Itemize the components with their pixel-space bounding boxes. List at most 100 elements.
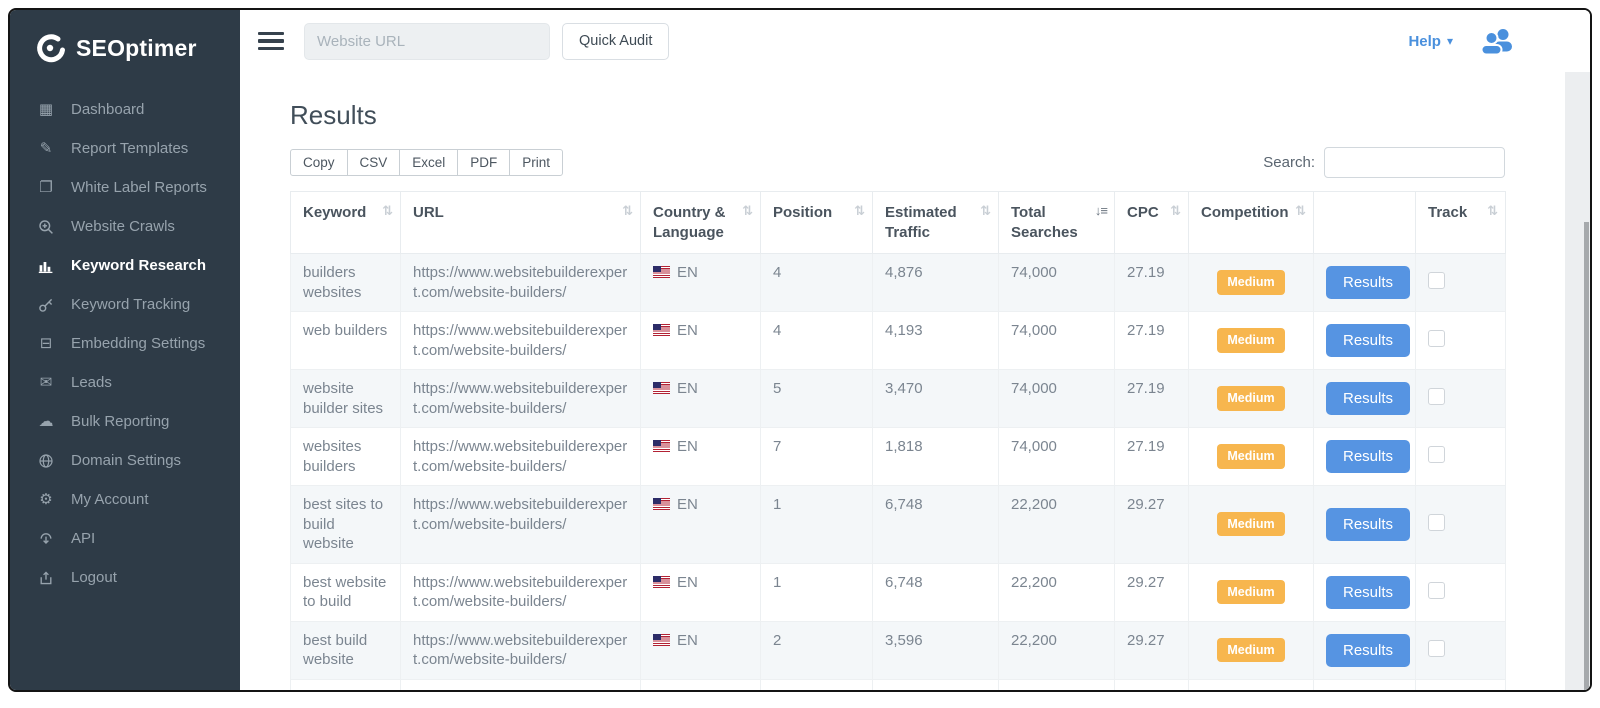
export-button[interactable]: Copy bbox=[290, 149, 348, 176]
track-cell bbox=[1416, 254, 1506, 312]
sidebar-item[interactable]: ☁ Bulk Reporting bbox=[10, 402, 240, 441]
column-header[interactable]: Position bbox=[761, 192, 873, 254]
sort-icon bbox=[742, 203, 753, 220]
table-row: best website to build https://www.websit… bbox=[291, 563, 1506, 621]
country-language-cell: EN bbox=[641, 563, 761, 621]
quick-audit-button[interactable]: Quick Audit bbox=[562, 23, 669, 60]
sidebar-item[interactable]: Website Crawls bbox=[10, 207, 240, 246]
position-cell: 5 bbox=[761, 370, 873, 428]
sort-icon bbox=[980, 203, 991, 220]
results-button[interactable]: Results bbox=[1326, 576, 1410, 609]
column-header[interactable]: URL bbox=[401, 192, 641, 254]
sidebar-item-icon bbox=[36, 258, 56, 274]
export-button[interactable]: Print bbox=[509, 149, 563, 176]
table-row: best builders websites https://www.websi… bbox=[291, 679, 1506, 690]
column-header[interactable]: Track bbox=[1416, 192, 1506, 254]
table-toolbar: CopyCSVExcelPDFPrint Search: bbox=[290, 147, 1505, 178]
sidebar-item[interactable]: ✉ Leads bbox=[10, 363, 240, 402]
account-users-icon[interactable] bbox=[1479, 27, 1515, 55]
position-cell: 2 bbox=[761, 621, 873, 679]
results-button[interactable]: Results bbox=[1326, 324, 1410, 357]
sidebar-item[interactable]: Domain Settings bbox=[10, 441, 240, 480]
keyword-cell: best website to build bbox=[291, 563, 401, 621]
sidebar-item[interactable]: Keyword Tracking bbox=[10, 285, 240, 324]
competition-cell: Medium bbox=[1189, 370, 1314, 428]
column-header[interactable]: CPC bbox=[1115, 192, 1189, 254]
column-header[interactable]: Estimated Traffic bbox=[873, 192, 999, 254]
sidebar-item[interactable]: ▦ Dashboard bbox=[10, 90, 240, 129]
sidebar-item[interactable]: API bbox=[10, 519, 240, 558]
track-cell bbox=[1416, 563, 1506, 621]
sidebar-item[interactable]: ⚙ My Account bbox=[10, 480, 240, 519]
column-header-label: Track bbox=[1428, 204, 1467, 221]
results-button[interactable]: Results bbox=[1326, 382, 1410, 415]
cpc-cell: 27.19 bbox=[1115, 254, 1189, 312]
sidebar-item-label: Embedding Settings bbox=[71, 335, 205, 352]
estimated-traffic-cell: 6,748 bbox=[873, 486, 999, 564]
sidebar-item-icon bbox=[36, 297, 56, 313]
competition-badge: Medium bbox=[1217, 386, 1284, 410]
page-scrollbar-thumb[interactable] bbox=[1584, 222, 1589, 690]
website-url-input[interactable] bbox=[304, 23, 550, 60]
sidebar-item[interactable]: ✎ Report Templates bbox=[10, 129, 240, 168]
track-cell bbox=[1416, 370, 1506, 428]
column-header[interactable]: Country & Language bbox=[641, 192, 761, 254]
results-button[interactable]: Results bbox=[1326, 634, 1410, 667]
results-button[interactable]: Results bbox=[1326, 508, 1410, 541]
main-area: Quick Audit Help ▾ Results bbox=[240, 10, 1590, 690]
results-button[interactable]: Results bbox=[1326, 440, 1410, 473]
export-button[interactable]: PDF bbox=[457, 149, 510, 176]
column-header-label: Total Searches bbox=[1011, 204, 1078, 241]
track-checkbox[interactable] bbox=[1428, 446, 1445, 463]
cpc-cell: 27.19 bbox=[1115, 370, 1189, 428]
language-label: EN bbox=[677, 574, 698, 591]
track-checkbox[interactable] bbox=[1428, 330, 1445, 347]
sidebar-item[interactable]: ⊟ Embedding Settings bbox=[10, 324, 240, 363]
estimated-traffic-cell: 4,193 bbox=[873, 312, 999, 370]
cpc-cell: 29.27 bbox=[1115, 621, 1189, 679]
track-checkbox[interactable] bbox=[1428, 272, 1445, 289]
language-label: EN bbox=[677, 264, 698, 281]
url-cell: https://www.websitebuilderexpert.com/web… bbox=[401, 428, 641, 486]
column-header-label: Country & Language bbox=[653, 204, 726, 241]
sidebar-item-label: Keyword Research bbox=[71, 257, 206, 274]
results-button[interactable]: Results bbox=[1326, 266, 1410, 299]
export-button[interactable]: CSV bbox=[347, 149, 401, 176]
help-dropdown[interactable]: Help ▾ bbox=[1408, 33, 1453, 50]
hamburger-menu-icon[interactable] bbox=[258, 28, 284, 55]
sidebar-item-icon: ▦ bbox=[36, 102, 56, 117]
search-input[interactable] bbox=[1324, 147, 1505, 178]
table-row: websites builders https://www.websitebui… bbox=[291, 428, 1506, 486]
sidebar-item[interactable]: ❐ White Label Reports bbox=[10, 168, 240, 207]
sidebar-item-icon: ✎ bbox=[36, 141, 56, 156]
keyword-cell: builders websites bbox=[291, 254, 401, 312]
competition-badge: Medium bbox=[1217, 512, 1284, 536]
url-cell: https://www.websitebuilderexpert.com/web… bbox=[401, 563, 641, 621]
column-header[interactable]: Total Searches bbox=[999, 192, 1115, 254]
sort-icon bbox=[1487, 203, 1498, 220]
track-checkbox[interactable] bbox=[1428, 582, 1445, 599]
sidebar-item[interactable]: Keyword Research bbox=[10, 246, 240, 285]
competition-badge: Medium bbox=[1217, 638, 1284, 662]
track-checkbox[interactable] bbox=[1428, 388, 1445, 405]
sort-icon bbox=[854, 203, 865, 220]
action-cell: Results bbox=[1314, 370, 1416, 428]
track-checkbox[interactable] bbox=[1428, 640, 1445, 657]
estimated-traffic-cell: 3,470 bbox=[873, 370, 999, 428]
column-header[interactable] bbox=[1314, 192, 1416, 254]
brand-logo: SEOptimer bbox=[10, 10, 240, 78]
track-checkbox[interactable] bbox=[1428, 514, 1445, 531]
page-scrollbar-track[interactable] bbox=[1565, 72, 1590, 690]
column-header[interactable]: Competition bbox=[1189, 192, 1314, 254]
sidebar-item-label: Leads bbox=[71, 374, 112, 391]
column-header[interactable]: Keyword bbox=[291, 192, 401, 254]
total-searches-cell: 74,000 bbox=[999, 312, 1115, 370]
sidebar-item-icon: ✉ bbox=[36, 375, 56, 390]
keyword-cell: best sites to build website bbox=[291, 486, 401, 564]
export-button[interactable]: Excel bbox=[399, 149, 458, 176]
sidebar-item[interactable]: Logout bbox=[10, 558, 240, 597]
sidebar-item-label: Dashboard bbox=[71, 101, 144, 118]
country-language-cell: EN bbox=[641, 254, 761, 312]
estimated-traffic-cell: 1,818 bbox=[873, 428, 999, 486]
chevron-down-icon: ▾ bbox=[1447, 34, 1453, 48]
